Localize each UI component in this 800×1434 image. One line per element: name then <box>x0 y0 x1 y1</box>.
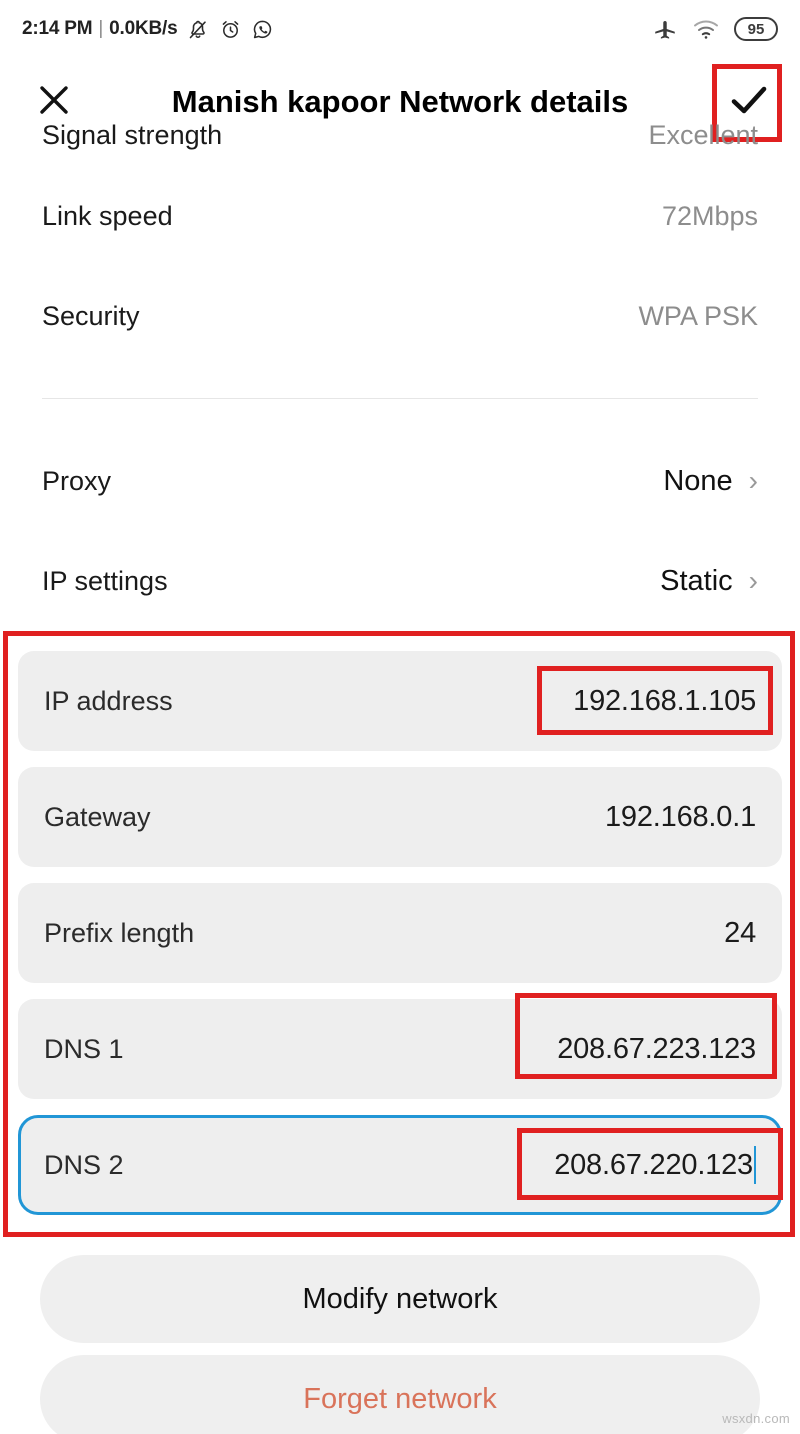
row-label: Proxy <box>42 465 112 496</box>
row-ip-settings[interactable]: IP settings Static › <box>0 531 800 631</box>
bell-muted-icon <box>186 17 210 41</box>
field-label: Gateway <box>44 801 151 832</box>
status-network-speed: 0.0KB/s <box>109 18 178 39</box>
row-label: IP settings <box>42 565 168 596</box>
action-button-group: Modify network Forget network <box>0 1247 800 1434</box>
row-value: WPA PSK <box>638 300 758 331</box>
field-ip-address[interactable]: IP address 192.168.1.105 <box>18 651 782 751</box>
field-dns-2[interactable]: DNS 2 208.67.220.123 <box>18 1115 782 1215</box>
status-bar-left: 2:14 PM | 0.0KB/s <box>22 17 274 41</box>
modify-network-button[interactable]: Modify network <box>40 1255 760 1343</box>
wifi-icon <box>692 18 720 40</box>
status-separator: | <box>98 18 104 39</box>
static-ip-field-group: IP address 192.168.1.105 Gateway 192.168… <box>0 631 800 1229</box>
status-bar: 2:14 PM | 0.0KB/s 95 <box>0 0 800 58</box>
row-value: Excellent <box>648 119 758 150</box>
modify-network-label: Modify network <box>302 1282 498 1315</box>
forget-network-label: Forget network <box>303 1382 497 1415</box>
row-label: Signal strength <box>42 119 223 150</box>
row-proxy[interactable]: Proxy None › <box>0 431 800 531</box>
battery-level-label: 95 <box>747 20 765 38</box>
chevron-right-icon: › <box>748 565 758 596</box>
phone-screen: 2:14 PM | 0.0KB/s 95 Manish kapoor Netwo… <box>0 0 800 1434</box>
row-label: Link speed <box>42 200 173 231</box>
forget-network-button[interactable]: Forget network <box>40 1355 760 1434</box>
row-signal-strength: Signal strength Excellent <box>0 104 800 166</box>
battery-indicator: 95 <box>734 17 778 41</box>
row-link-speed: Link speed 72Mbps <box>0 166 800 266</box>
text-caret <box>754 1146 756 1184</box>
dns1-input[interactable]: 208.67.223.123 <box>557 1033 756 1066</box>
gateway-input[interactable]: 192.168.0.1 <box>605 801 756 834</box>
ip-address-input[interactable]: 192.168.1.105 <box>573 685 756 718</box>
row-label: Security <box>42 300 140 331</box>
network-details-content: Signal strength Excellent Link speed 72M… <box>0 120 800 1434</box>
row-value: 72Mbps <box>661 200 758 231</box>
dns2-input[interactable]: 208.67.220.123 <box>554 1149 753 1182</box>
field-prefix-length[interactable]: Prefix length 24 <box>18 883 782 983</box>
prefix-length-input[interactable]: 24 <box>724 917 756 950</box>
status-clock: 2:14 PM <box>22 18 93 39</box>
field-gateway[interactable]: Gateway 192.168.0.1 <box>18 767 782 867</box>
status-bar-right: 95 <box>652 16 778 42</box>
watermark: wsxdn.com <box>722 1411 790 1426</box>
field-label: Prefix length <box>44 917 195 948</box>
row-security: Security WPA PSK <box>0 266 800 366</box>
row-value: Static <box>660 564 733 597</box>
field-label: IP address <box>44 685 173 716</box>
alarm-clock-icon <box>219 18 242 41</box>
row-value: None <box>663 464 733 497</box>
chevron-right-icon: › <box>748 465 758 496</box>
field-label: DNS 1 <box>44 1033 124 1064</box>
airplane-mode-icon <box>652 16 678 42</box>
whatsapp-icon <box>251 18 274 41</box>
field-label: DNS 2 <box>44 1149 124 1180</box>
field-dns-1[interactable]: DNS 1 208.67.223.123 <box>18 999 782 1099</box>
